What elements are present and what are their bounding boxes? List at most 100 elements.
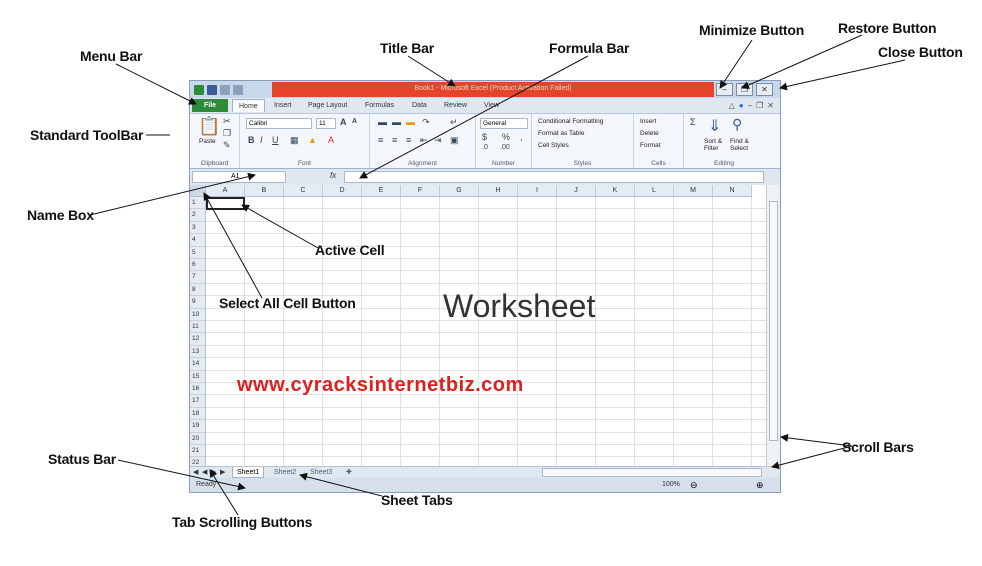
prev-sheet-button[interactable]: ◀	[202, 468, 207, 476]
sheet-tab-2[interactable]: Sheet2	[270, 467, 300, 478]
column-header[interactable]: M	[674, 185, 713, 197]
column-header[interactable]: H	[479, 185, 518, 197]
column-header[interactable]: J	[557, 185, 596, 197]
row-header[interactable]: 16	[190, 383, 206, 396]
number-format-select[interactable]: General	[480, 118, 528, 129]
currency-icon[interactable]: $	[482, 132, 487, 142]
minimize-ribbon-icon[interactable]: △	[729, 101, 735, 110]
column-header[interactable]: G	[440, 185, 479, 197]
sort-filter-button[interactable]: Sort & Filter	[704, 138, 728, 152]
find-select-icon[interactable]: ⚲	[732, 116, 742, 133]
format-painter-icon[interactable]: ✎	[223, 140, 231, 151]
row-header[interactable]: 6	[190, 259, 206, 272]
format-as-table-button[interactable]: Format as Table	[538, 130, 584, 137]
worksheet-grid[interactable]: A B C D E F G H I J K L M N 1 2 3 4 5 6 7 8 9 10 11 12 13 14 15 16 17 1…	[190, 185, 766, 466]
menu-file[interactable]: File	[192, 99, 228, 112]
row-header[interactable]: 13	[190, 345, 206, 359]
row-header[interactable]: 20	[190, 432, 206, 445]
decrease-indent-icon[interactable]: ⇤	[420, 135, 428, 146]
menu-insert[interactable]: Insert	[274, 99, 292, 112]
row-header[interactable]: 14	[190, 358, 206, 371]
column-header[interactable]: L	[635, 185, 674, 197]
cut-icon[interactable]: ✂	[223, 116, 231, 127]
row-header[interactable]: 2	[190, 209, 206, 222]
align-center-icon[interactable]: ≡	[392, 135, 397, 145]
menu-view[interactable]: View	[484, 99, 499, 112]
align-left-icon[interactable]: ≡	[378, 135, 383, 145]
menu-review[interactable]: Review	[444, 99, 467, 112]
row-header[interactable]: 15	[190, 370, 206, 383]
zoom-out-icon[interactable]: ⊖	[690, 480, 698, 491]
copy-icon[interactable]: ❐	[223, 128, 231, 139]
sort-filter-icon[interactable]: ⇓	[708, 116, 721, 136]
paste-icon[interactable]: 📋	[198, 116, 220, 137]
row-header[interactable]: 5	[190, 246, 206, 259]
name-box[interactable]: A1	[192, 171, 286, 183]
orientation-icon[interactable]: ↷	[422, 117, 430, 128]
insert-cells-button[interactable]: Insert	[640, 118, 656, 125]
select-all-button[interactable]	[190, 185, 206, 197]
active-cell[interactable]	[206, 197, 245, 210]
workbook-close-icon[interactable]: ✕	[767, 101, 774, 110]
italic-icon[interactable]: I	[260, 135, 263, 145]
delete-cells-button[interactable]: Delete	[640, 130, 659, 137]
row-header[interactable]: 10	[190, 308, 206, 321]
bold-icon[interactable]: B	[248, 135, 255, 145]
vertical-scroll-bar[interactable]	[766, 185, 780, 466]
column-header[interactable]: N	[713, 185, 752, 197]
restore-button[interactable]: ❐	[736, 83, 753, 96]
sheet-tab-3[interactable]: Sheet3	[306, 467, 336, 478]
column-header[interactable]: K	[596, 185, 635, 197]
merge-center-icon[interactable]: ▣	[450, 135, 459, 146]
horizontal-scroll-bar[interactable]	[542, 468, 762, 477]
close-button[interactable]: ✕	[756, 83, 773, 96]
borders-icon[interactable]: ▦	[290, 135, 299, 146]
align-top-icon[interactable]: ▬	[378, 117, 387, 127]
zoom-level[interactable]: 100%	[662, 481, 680, 488]
decrease-decimal-icon[interactable]: .00	[500, 144, 510, 151]
row-header[interactable]: 19	[190, 420, 206, 433]
column-header[interactable]: A	[206, 185, 245, 197]
row-header[interactable]: 12	[190, 333, 206, 346]
increase-decimal-icon[interactable]: .0	[482, 144, 488, 151]
row-header[interactable]: 3	[190, 221, 206, 235]
zoom-in-icon[interactable]: ⊕	[756, 480, 764, 491]
insert-sheet-icon[interactable]: ✚	[342, 467, 356, 478]
align-right-icon[interactable]: ≡	[406, 135, 411, 145]
cell-styles-button[interactable]: Cell Styles	[538, 142, 569, 149]
wrap-text-icon[interactable]: ↵	[450, 117, 458, 128]
percent-icon[interactable]: %	[502, 132, 510, 142]
increase-indent-icon[interactable]: ⇥	[434, 135, 442, 146]
font-size-select[interactable]: 11	[316, 118, 336, 129]
last-sheet-button[interactable]: ▶	[220, 468, 225, 476]
row-header[interactable]: 18	[190, 407, 206, 421]
align-bottom-icon[interactable]: ▬	[406, 117, 415, 127]
comma-style-icon[interactable]: ,	[520, 132, 523, 142]
vertical-scroll-thumb[interactable]	[769, 201, 778, 441]
align-middle-icon[interactable]: ▬	[392, 117, 401, 127]
row-header[interactable]: 17	[190, 395, 206, 408]
font-color-icon[interactable]: A	[328, 135, 334, 145]
help-icon[interactable]: ●	[739, 101, 744, 110]
menu-home[interactable]: Home	[232, 99, 265, 112]
column-header[interactable]: I	[518, 185, 557, 197]
save-icon[interactable]	[207, 84, 217, 95]
first-sheet-button[interactable]: ◀	[193, 468, 198, 476]
column-header[interactable]: E	[362, 185, 401, 197]
column-header[interactable]: C	[284, 185, 323, 197]
column-header[interactable]: B	[245, 185, 284, 197]
row-header[interactable]: 11	[190, 321, 206, 334]
column-header[interactable]: F	[401, 185, 440, 197]
workbook-restore-icon[interactable]: ❐	[756, 101, 763, 110]
row-header[interactable]: 1	[190, 197, 206, 210]
row-header[interactable]: 7	[190, 271, 206, 284]
menu-data[interactable]: Data	[412, 99, 427, 112]
insert-function-icon[interactable]: fx	[330, 171, 336, 180]
row-header[interactable]: 9	[190, 296, 206, 309]
fill-color-icon[interactable]: ▲	[308, 135, 317, 145]
shrink-font-icon[interactable]: A	[352, 118, 357, 125]
menu-formulas[interactable]: Formulas	[365, 99, 394, 112]
underline-icon[interactable]: U	[272, 135, 279, 145]
formula-input[interactable]	[344, 171, 764, 183]
column-header[interactable]: D	[323, 185, 362, 197]
